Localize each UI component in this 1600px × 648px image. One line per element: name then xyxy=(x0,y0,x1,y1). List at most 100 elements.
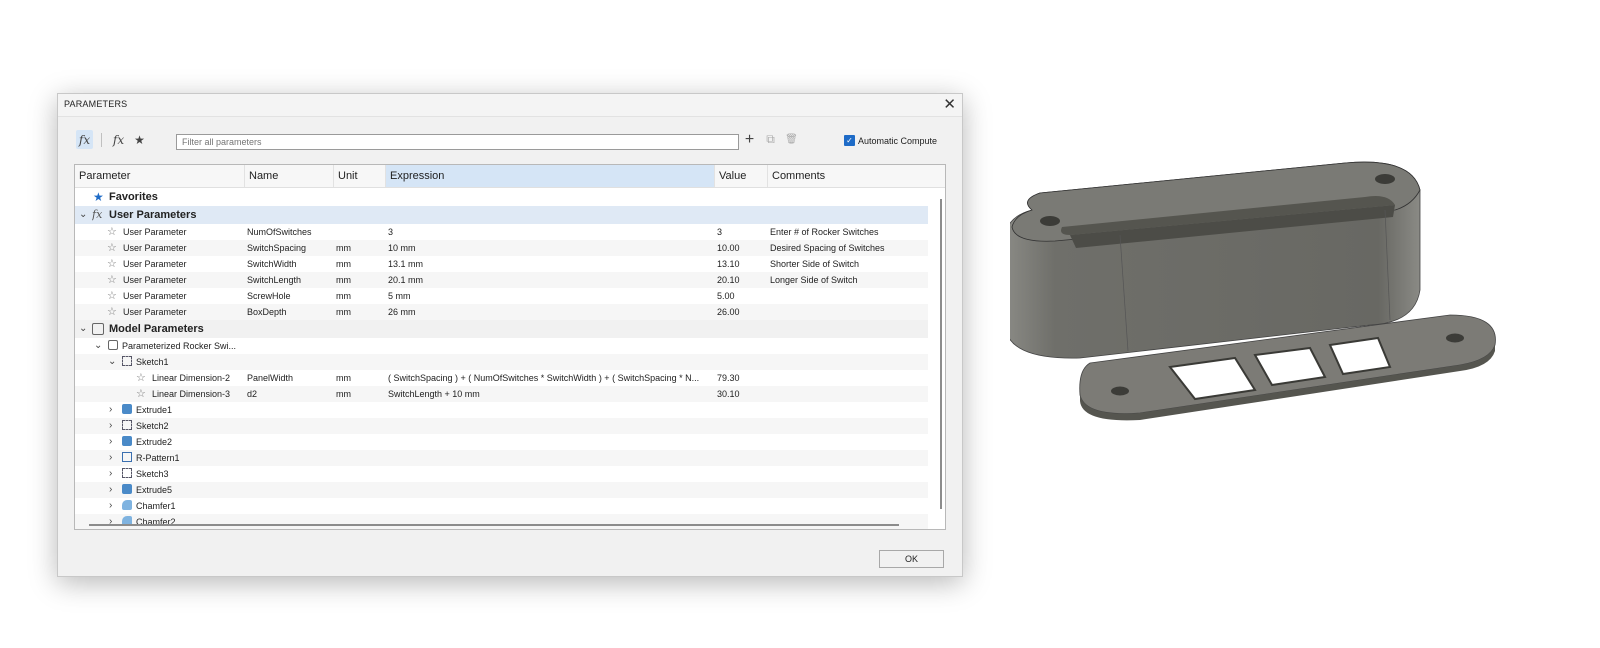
column-unit[interactable]: Unit xyxy=(334,165,386,187)
tree-row-feature[interactable]: › Extrude5 xyxy=(75,482,928,498)
param-name[interactable]: PanelWidth xyxy=(247,370,293,386)
chevron-right-icon[interactable]: › xyxy=(109,418,112,434)
param-name[interactable]: SwitchWidth xyxy=(247,256,297,272)
component-name: Parameterized Rocker Swi... xyxy=(122,341,237,351)
param-expression[interactable]: 3 xyxy=(388,224,393,240)
copy-parameter-button[interactable]: ⧉ xyxy=(762,130,779,149)
chevron-right-icon[interactable]: › xyxy=(109,514,112,529)
param-name[interactable]: SwitchLength xyxy=(247,272,301,288)
chevron-right-icon[interactable]: › xyxy=(109,482,112,498)
table-row[interactable]: ☆ Linear Dimension-3 d2 mm SwitchLength … xyxy=(75,386,928,402)
table-row[interactable]: ☆ User Parameter SwitchSpacing mm 10 mm … xyxy=(75,240,928,256)
param-name[interactable]: SwitchSpacing xyxy=(247,240,306,256)
table-row[interactable]: ☆ User Parameter SwitchLength mm 20.1 mm… xyxy=(75,272,928,288)
tree-row-feature[interactable]: › Chamfer1 xyxy=(75,498,928,514)
tree-row-feature[interactable]: › Sketch2 xyxy=(75,418,928,434)
star-outline-icon[interactable]: ☆ xyxy=(107,304,117,320)
chevron-down-icon[interactable]: ⌄ xyxy=(79,206,87,224)
param-comment[interactable]: Shorter Side of Switch xyxy=(770,256,859,272)
star-outline-icon[interactable]: ☆ xyxy=(107,224,117,240)
tree-row-feature[interactable]: › Extrude1 xyxy=(75,402,928,418)
star-outline-icon[interactable]: ☆ xyxy=(136,386,146,402)
tree-row-feature[interactable]: › Sketch3 xyxy=(75,466,928,482)
vertical-scrollbar[interactable] xyxy=(940,199,942,509)
chevron-right-icon[interactable]: › xyxy=(109,466,112,482)
checkbox-checked-icon[interactable]: ✓ xyxy=(844,135,855,146)
chevron-right-icon[interactable]: › xyxy=(109,498,112,514)
tree-row-feature[interactable]: › Chamfer2 xyxy=(75,514,928,529)
group-label: Model Parameters xyxy=(109,323,204,335)
search-input[interactable] xyxy=(176,134,739,150)
feature-name: Sketch2 xyxy=(136,421,169,431)
chevron-right-icon[interactable]: › xyxy=(109,450,112,466)
param-name[interactable]: ScrewHole xyxy=(247,288,291,304)
table-row[interactable]: ☆ User Parameter SwitchWidth mm 13.1 mm … xyxy=(75,256,928,272)
extrude-icon xyxy=(122,404,132,414)
param-value: 3 xyxy=(717,227,723,237)
ok-button[interactable]: OK xyxy=(879,550,944,568)
star-outline-icon[interactable]: ☆ xyxy=(107,256,117,272)
horizontal-scrollbar[interactable] xyxy=(89,524,899,526)
group-label: User Parameters xyxy=(109,209,197,221)
param-comment[interactable]: Longer Side of Switch xyxy=(770,272,858,288)
param-type: User Parameter xyxy=(123,243,187,253)
param-name[interactable]: d2 xyxy=(247,386,257,402)
param-name[interactable]: BoxDepth xyxy=(247,304,287,320)
chevron-down-icon[interactable]: ⌄ xyxy=(94,338,102,354)
delete-parameter-button[interactable]: 🗑 xyxy=(783,130,800,149)
favorites-filter-button[interactable]: ★ xyxy=(131,130,148,149)
param-expression[interactable]: 26 mm xyxy=(388,304,416,320)
add-parameter-button[interactable]: + xyxy=(741,130,758,149)
param-type: Linear Dimension-3 xyxy=(152,389,231,399)
param-expression[interactable]: 20.1 mm xyxy=(388,272,423,288)
param-name[interactable]: NumOfSwitches xyxy=(247,224,312,240)
param-comment[interactable]: Desired Spacing of Switches xyxy=(770,240,885,256)
automatic-compute-toggle[interactable]: ✓ Automatic Compute xyxy=(844,135,937,146)
chamfer-icon xyxy=(122,500,132,510)
chevron-down-icon[interactable]: ⌄ xyxy=(108,354,116,370)
plus-icon: + xyxy=(744,130,755,148)
chevron-right-icon[interactable]: › xyxy=(109,434,112,450)
star-outline-icon[interactable]: ☆ xyxy=(107,240,117,256)
param-expression[interactable]: ( SwitchSpacing ) + ( NumOfSwitches * Sw… xyxy=(388,370,711,386)
table-row[interactable]: ☆ User Parameter ScrewHole mm 5 mm 5.00 xyxy=(75,288,928,304)
param-comment[interactable]: Enter # of Rocker Switches xyxy=(770,224,879,240)
chevron-right-icon[interactable]: › xyxy=(109,402,112,418)
param-expression[interactable]: 10 mm xyxy=(388,240,416,256)
group-model-parameters[interactable]: ⌄ Model Parameters xyxy=(75,320,928,338)
fx-user-filter-button[interactable]: fx xyxy=(110,130,127,149)
table-row[interactable]: ☆ User Parameter NumOfSwitches 3 3 Enter… xyxy=(75,224,928,240)
fx-filter-button[interactable]: fx xyxy=(76,130,93,149)
feature-label: R-Pattern1 xyxy=(122,450,180,466)
automatic-compute-label: Automatic Compute xyxy=(858,135,938,146)
model-render xyxy=(1010,161,1496,421)
group-favorites[interactable]: ★ Favorites xyxy=(75,188,928,206)
tree-row-feature[interactable]: › R-Pattern1 xyxy=(75,450,928,466)
column-expression[interactable]: Expression xyxy=(386,165,715,187)
feature-label: Sketch2 xyxy=(122,418,169,434)
param-unit: mm xyxy=(336,291,351,301)
component-icon xyxy=(108,340,118,350)
star-outline-icon[interactable]: ☆ xyxy=(107,272,117,288)
column-name[interactable]: Name xyxy=(245,165,334,187)
tree-row-feature[interactable]: › Extrude2 xyxy=(75,434,928,450)
param-expression[interactable]: SwitchLength + 10 mm xyxy=(388,386,480,402)
param-value: 79.30 xyxy=(717,373,740,383)
table-row[interactable]: ☆ Linear Dimension-2 PanelWidth mm ( Swi… xyxy=(75,370,928,386)
column-parameter[interactable]: Parameter xyxy=(75,165,245,187)
param-expression[interactable]: 5 mm xyxy=(388,288,411,304)
component-label: Parameterized Rocker Swi... xyxy=(108,338,236,354)
column-comments[interactable]: Comments xyxy=(768,165,928,187)
param-expression[interactable]: 13.1 mm xyxy=(388,256,423,272)
star-outline-icon[interactable]: ☆ xyxy=(107,288,117,304)
group-user-parameters[interactable]: ⌄ fx User Parameters xyxy=(75,206,928,224)
feature-label: Extrude2 xyxy=(122,434,172,450)
table-row[interactable]: ☆ User Parameter BoxDepth mm 26 mm 26.00 xyxy=(75,304,928,320)
close-icon[interactable]: ✕ xyxy=(943,95,956,113)
star-outline-icon[interactable]: ☆ xyxy=(136,370,146,386)
star-icon: ★ xyxy=(134,132,145,147)
column-value[interactable]: Value xyxy=(715,165,768,187)
tree-row-sketch1[interactable]: ⌄ Sketch1 xyxy=(75,354,928,370)
tree-row-component[interactable]: ⌄ Parameterized Rocker Swi... xyxy=(75,338,928,354)
chevron-down-icon[interactable]: ⌄ xyxy=(79,320,87,338)
